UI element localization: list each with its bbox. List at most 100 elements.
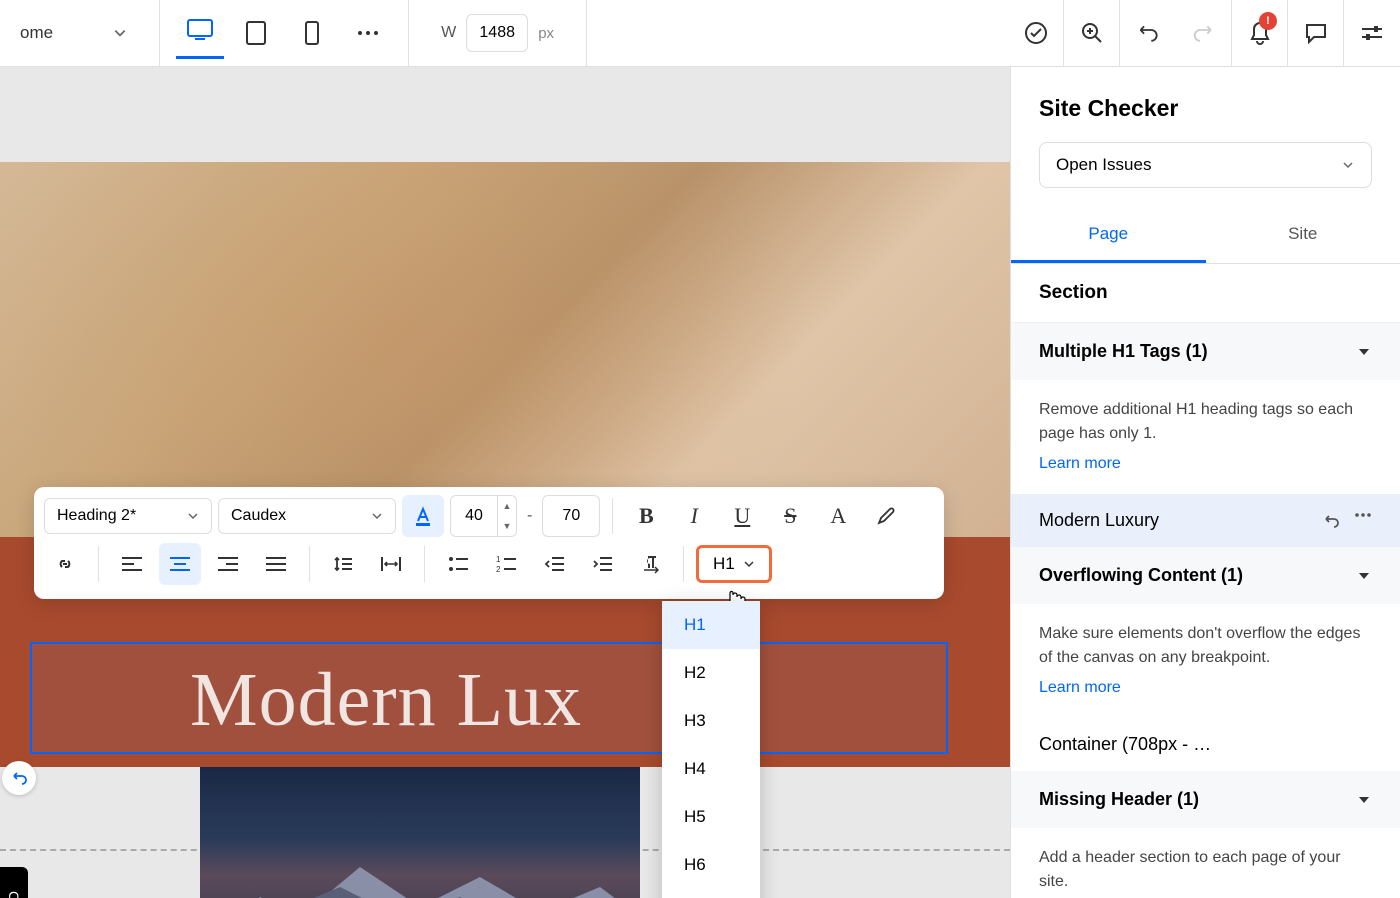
canvas-undo-button[interactable] — [2, 761, 36, 795]
notification-badge: ! — [1259, 12, 1277, 30]
create-tab[interactable]: Create — [0, 867, 28, 898]
tablet-device-button[interactable] — [232, 9, 280, 57]
top-toolbar: ome W px ! — [0, 0, 1400, 67]
align-left-button[interactable] — [111, 543, 153, 585]
svg-text:2: 2 — [496, 565, 501, 572]
paragraph-direction-icon — [640, 554, 660, 574]
zoom-button[interactable] — [1064, 0, 1120, 66]
heading-option-h6[interactable]: H6 — [662, 841, 760, 889]
chevron-down-icon — [187, 510, 199, 522]
stepper-down[interactable]: ▼ — [498, 516, 516, 536]
heading-option-p[interactable]: P — [662, 889, 760, 898]
stepper-up[interactable]: ▲ — [498, 496, 516, 516]
numbered-list-button[interactable]: 12 — [485, 543, 527, 585]
notifications-button[interactable]: ! — [1232, 0, 1288, 66]
sliders-icon — [1360, 23, 1384, 43]
tab-site[interactable]: Site — [1206, 208, 1400, 263]
width-section: W px — [409, 0, 587, 66]
width-unit: px — [538, 25, 554, 42]
mountain-image — [200, 767, 640, 898]
site-checker-button[interactable] — [1008, 0, 1064, 66]
panel-title: Site Checker — [1011, 67, 1400, 142]
underline-button[interactable]: U — [721, 495, 763, 537]
line-height-input[interactable] — [542, 495, 600, 537]
indent-button[interactable] — [581, 543, 623, 585]
issue-missing-header-header[interactable]: Missing Header (1) — [1011, 771, 1400, 828]
heading-text[interactable]: Modern Lux y — [190, 657, 721, 744]
pen-button[interactable] — [865, 495, 907, 537]
comments-button[interactable] — [1288, 0, 1344, 66]
desktop-device-button[interactable] — [176, 11, 224, 59]
desktop-icon — [187, 19, 213, 41]
issue-overflowing-header[interactable]: Overflowing Content (1) — [1011, 547, 1400, 604]
font-case-button[interactable]: A — [817, 495, 859, 537]
text-direction-button[interactable] — [629, 543, 671, 585]
issue-item-container[interactable]: Container (708px - … — [1011, 718, 1400, 771]
letter-spacing-button[interactable] — [370, 543, 412, 585]
numbered-list-icon: 12 — [496, 556, 516, 572]
issue-multiple-h1-header[interactable]: Multiple H1 Tags (1) — [1011, 323, 1400, 380]
heading-option-h1[interactable]: H1 — [662, 601, 760, 649]
text-color-button[interactable] — [402, 495, 444, 537]
tab-page[interactable]: Page — [1011, 208, 1206, 263]
link-button[interactable] — [44, 543, 86, 585]
align-justify-icon — [266, 556, 286, 572]
redo-button[interactable] — [1176, 0, 1232, 66]
learn-more-link[interactable]: Learn more — [1039, 452, 1372, 476]
text-color-icon — [412, 505, 434, 527]
mobile-icon — [305, 21, 319, 45]
align-left-icon — [122, 556, 142, 572]
outdent-icon — [544, 556, 564, 572]
item-more-button[interactable] — [1354, 512, 1372, 530]
tablet-icon — [246, 21, 266, 45]
issue-filter-select[interactable]: Open Issues — [1039, 142, 1372, 188]
issue-overflowing-body: Make sure elements don't overflow the ed… — [1011, 604, 1400, 718]
dash-separator: - — [523, 507, 536, 525]
strikethrough-button[interactable]: S — [769, 495, 811, 537]
heading-tag-select[interactable]: H1 — [696, 545, 772, 583]
mobile-device-button[interactable] — [288, 9, 336, 57]
chevron-down-icon — [1356, 344, 1372, 360]
learn-more-link[interactable]: Learn more — [1039, 676, 1372, 700]
undo-icon — [10, 769, 28, 787]
width-input[interactable] — [466, 14, 528, 52]
align-center-button[interactable] — [159, 543, 201, 585]
font-family-select[interactable]: Caudex — [218, 498, 396, 534]
device-section — [160, 0, 409, 66]
ellipsis-icon — [1354, 512, 1372, 518]
more-devices-button[interactable] — [344, 9, 392, 57]
page-selector-section: ome — [0, 0, 160, 66]
heading-option-h4[interactable]: H4 — [662, 745, 760, 793]
text-editor-toolbar: Heading 2* Caudex ▲▼ - — [34, 487, 944, 599]
outdent-button[interactable] — [533, 543, 575, 585]
settings-toggle-button[interactable] — [1344, 0, 1400, 66]
scope-tabs: Page Site — [1011, 208, 1400, 264]
bullet-list-button[interactable] — [437, 543, 479, 585]
mountain-silhouette — [200, 857, 640, 898]
issue-item-modern-luxury[interactable]: Modern Luxury — [1011, 494, 1400, 547]
text-style-select[interactable]: Heading 2* — [44, 498, 212, 534]
heading-tag-dropdown: H1 H2 H3 H4 H5 H6 P — [662, 601, 760, 898]
italic-button[interactable]: I — [673, 495, 715, 537]
align-right-button[interactable] — [207, 543, 249, 585]
section-header: Section — [1011, 264, 1400, 323]
undo-button[interactable] — [1120, 0, 1176, 66]
undo-icon — [1322, 512, 1340, 530]
align-justify-button[interactable] — [255, 543, 297, 585]
line-spacing-button[interactable] — [322, 543, 364, 585]
item-undo-button[interactable] — [1322, 512, 1340, 530]
page-select[interactable]: ome — [12, 23, 147, 43]
heading-option-h3[interactable]: H3 — [662, 697, 760, 745]
redo-icon — [1192, 21, 1216, 45]
heading-option-h2[interactable]: H2 — [662, 649, 760, 697]
issue-missing-header-body: Add a header section to each page of you… — [1011, 828, 1400, 898]
link-icon — [54, 553, 76, 575]
zoom-in-icon — [1080, 21, 1104, 45]
canvas[interactable]: Modern Lux y I'm a Create Heading 2* — [0, 67, 1010, 898]
bold-button[interactable]: B — [625, 495, 667, 537]
comment-icon — [1304, 22, 1328, 44]
heading-option-h5[interactable]: H5 — [662, 793, 760, 841]
issue-multiple-h1-body: Remove additional H1 heading tags so eac… — [1011, 380, 1400, 494]
ellipsis-icon — [357, 30, 379, 36]
font-size-input[interactable]: ▲▼ — [450, 495, 517, 537]
